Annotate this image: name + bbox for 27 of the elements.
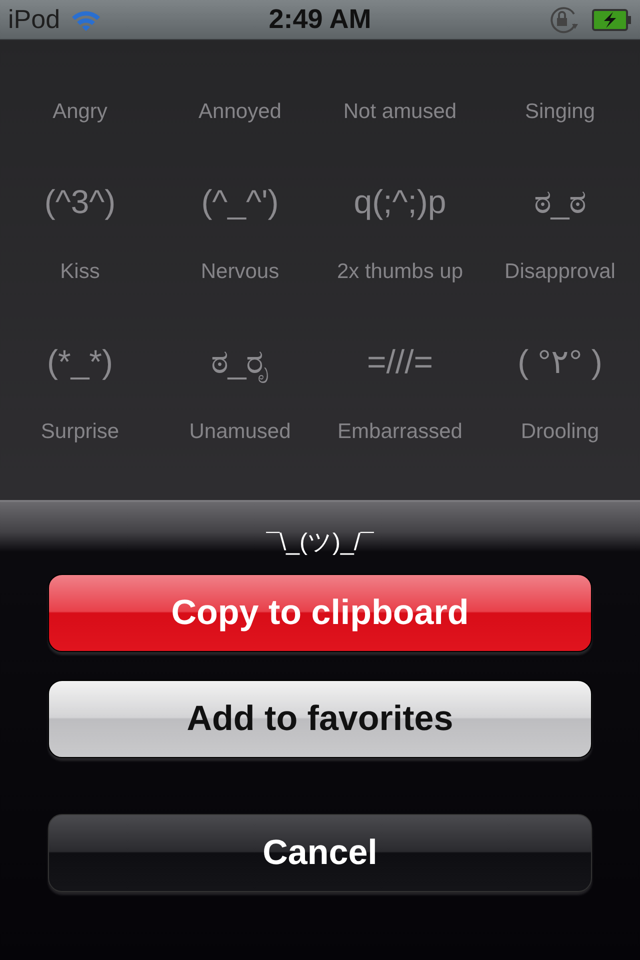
emoticon-label: 2x thumbs up (336, 260, 464, 284)
emoticon-label: Annoyed (198, 100, 282, 124)
emoticon[interactable]: ( °٢° ) (518, 340, 602, 384)
emoticon-label: Not amused (343, 100, 457, 124)
emoticon[interactable]: =///= (366, 340, 434, 384)
action-button[interactable]: Copy to clipboard (48, 574, 592, 652)
emoticon-label: Singing (524, 100, 596, 124)
carrier-name: iPod (8, 4, 60, 35)
action-button[interactable]: Cancel (48, 814, 592, 892)
emoticon-label: Angry (52, 100, 108, 124)
emoticon-label: Kiss (60, 260, 100, 284)
emoticon-label: Unamused (189, 420, 291, 444)
emoticon[interactable]: (*_*) (46, 340, 114, 384)
emoticon-label: Embarrassed (338, 420, 462, 444)
battery-charging-icon (592, 8, 632, 30)
emoticon[interactable]: q(;^;)p (354, 180, 446, 224)
sheet-title: ¯\_(ツ)_/¯ (266, 528, 374, 558)
emoticon[interactable]: ಠ_ರೃ (210, 340, 270, 384)
emoticon-label: Disapproval (504, 260, 616, 284)
emoticon[interactable]: ಠ_ಠ (534, 180, 586, 224)
emoticon-label: Surprise (40, 420, 120, 444)
emoticon[interactable]: (^3^) (44, 180, 116, 224)
clock-time: 2:49 AM (268, 4, 372, 35)
action-button[interactable]: Add to favorites (48, 680, 592, 758)
emoticon[interactable]: (^_^') (201, 180, 279, 224)
emoticon-label: Drooling (520, 420, 600, 444)
emoticon-label: Nervous (200, 260, 280, 284)
